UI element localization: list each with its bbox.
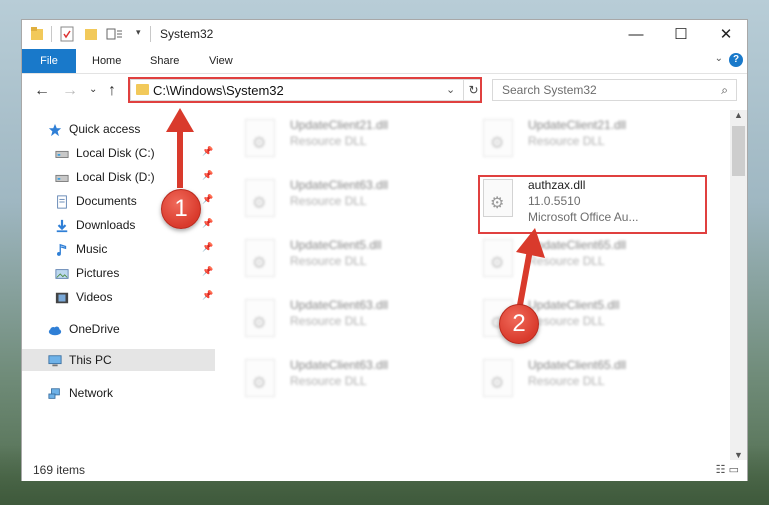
callout-badge-1: 1 [161,189,201,229]
annotation-arrows [166,108,545,306]
callout-badge-2: 2 [499,304,539,344]
